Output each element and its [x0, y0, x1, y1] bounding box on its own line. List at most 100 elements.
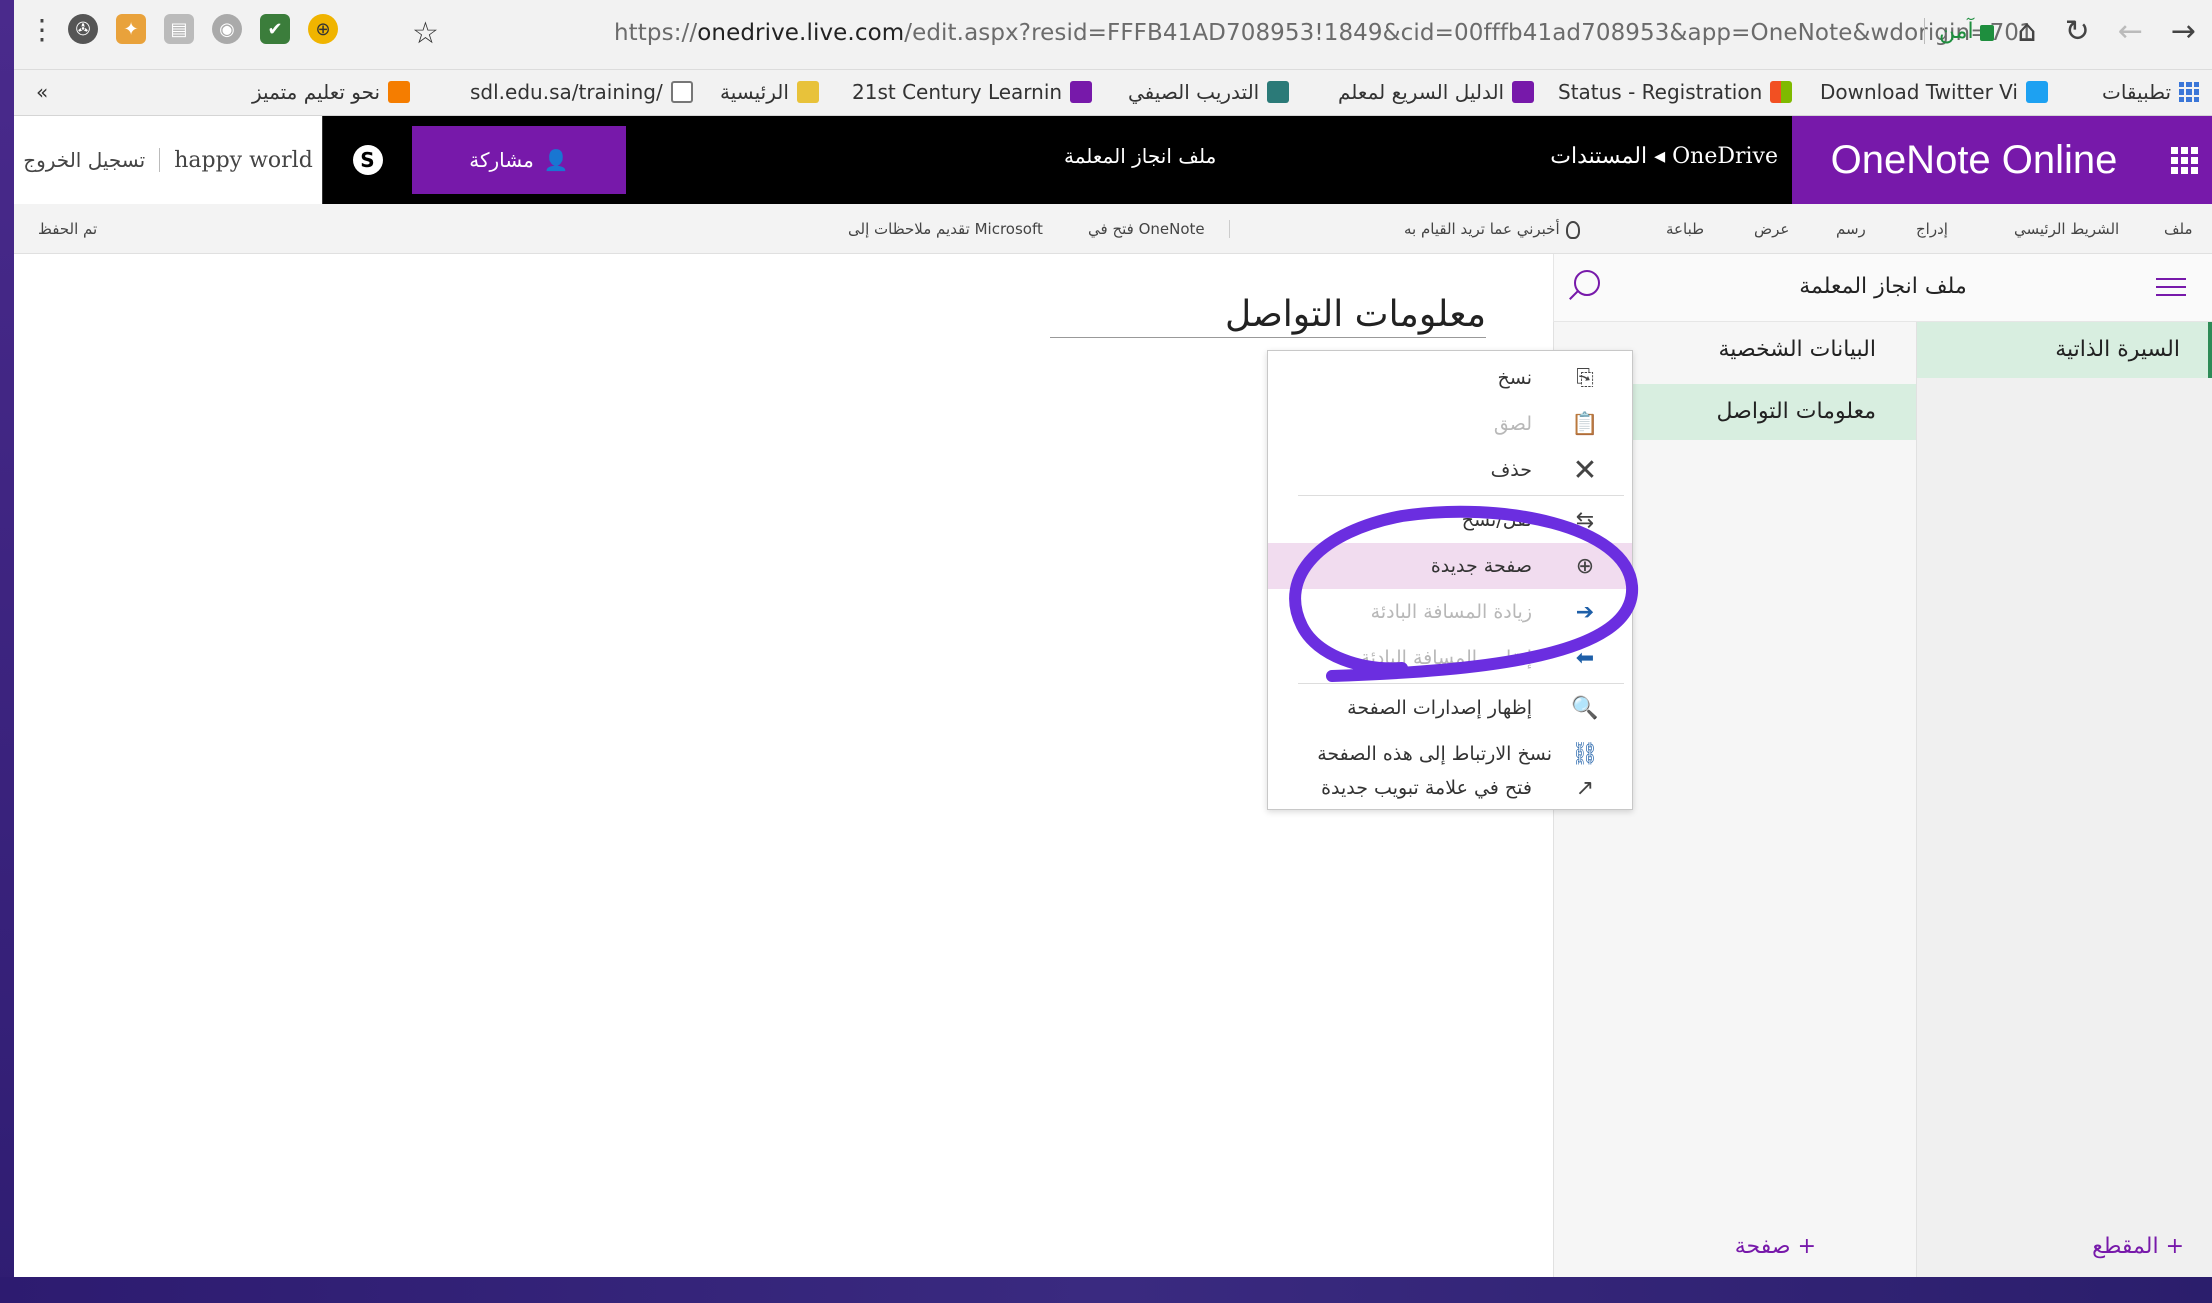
skype-icon: S — [352, 145, 383, 175]
menu-item-copy[interactable]: نسخ ⎘ — [1268, 355, 1632, 401]
bookmarks-overflow[interactable]: « — [36, 80, 48, 104]
apps-label: تطبيقات — [2102, 80, 2172, 104]
divider — [159, 148, 161, 172]
desktop-background-bottom — [0, 1277, 2212, 1303]
menu-item-new-page[interactable]: صفحة جديدة ⊕ — [1268, 543, 1632, 589]
bookmark-item[interactable]: 21st Century Learnin — [852, 80, 1093, 104]
menu-item-label: نقل/نسخ — [1461, 509, 1532, 531]
menu-item-decrease-indent[interactable]: إنقاص المسافة البادئة ⬅ — [1268, 635, 1632, 681]
context-menu: نسخ ⎘ لصق 📋 حذف ✕ نقل/نسخ ⇆ صفحة جديدة ⊕… — [1267, 350, 1633, 810]
tab-home[interactable]: الشريط الرئيسي — [2014, 220, 2119, 238]
breadcrumb: المستندات ◂ OneDrive — [1550, 144, 1778, 169]
bookmark-label: sdl.edu.sa/training/ — [470, 80, 663, 104]
document-title: ملف انجاز المعلمة — [1064, 144, 1217, 168]
lock-icon — [1979, 25, 1994, 41]
outdent-icon: ⬅ — [1575, 645, 1595, 671]
back-icon[interactable]: → — [2171, 14, 2196, 49]
sign-out-link[interactable]: تسجيل الخروج — [23, 148, 145, 172]
divider — [1924, 18, 1925, 44]
notebook-name[interactable]: ملف انجاز المعلمة — [1554, 274, 2212, 299]
training-icon — [1267, 81, 1290, 103]
bookmark-label: الرئيسية — [720, 80, 789, 104]
extension-pinwheel-icon[interactable]: ✦ — [116, 14, 146, 44]
reload-icon[interactable]: ↻ — [2065, 14, 2090, 49]
apps-shortcut[interactable]: تطبيقات — [2102, 80, 2200, 104]
ribbon: تم الحفظ تقديم ملاحظات إلى Microsoft فتح… — [14, 204, 2212, 254]
bookmark-item[interactable]: الرئيسية — [720, 80, 819, 104]
menu-item-label: إنقاص المسافة البادئة — [1360, 647, 1532, 669]
plus-icon: + — [1797, 1234, 1816, 1259]
menu-item-label: نسخ — [1497, 367, 1532, 389]
section-item-selected[interactable]: السيرة الذاتية — [1917, 322, 2212, 378]
forward-icon[interactable]: ← — [2118, 14, 2143, 49]
page-title[interactable]: معلومات التواصل — [1050, 294, 1486, 338]
bookmark-label: التدريب الصيفي — [1128, 80, 1260, 104]
tab-print[interactable]: طباعة — [1666, 220, 1704, 238]
bookmark-item[interactable]: نحو تعليم متميز — [252, 80, 411, 104]
share-button[interactable]: مشاركة 👤 — [412, 126, 626, 194]
address-bar: ⋮ ✇ ✦ ▤ ◉ ✔ ⊕ ☆ https://onedrive.live.co… — [14, 0, 2212, 70]
menu-divider — [1298, 495, 1624, 496]
url-text[interactable]: https://onedrive.live.com/edit.aspx?resi… — [614, 20, 2034, 46]
open-in-onenote-link[interactable]: فتح في OneNote — [1088, 220, 1230, 238]
extension-circle-icon[interactable]: ◉ — [212, 14, 242, 44]
app-launcher-button[interactable] — [2156, 116, 2212, 204]
add-page-button[interactable]: صفحة + — [1735, 1234, 1816, 1259]
menu-kebab-icon[interactable]: ⋮ — [28, 13, 56, 46]
menu-item-paste[interactable]: لصق 📋 — [1268, 401, 1632, 447]
bookmark-item[interactable]: الدليل السريع لمعلم — [1338, 80, 1535, 104]
extension-film-icon[interactable]: ✇ — [68, 14, 98, 44]
user-name[interactable]: happy world — [174, 148, 313, 173]
menu-item-move-copy[interactable]: نقل/نسخ ⇆ — [1268, 497, 1632, 543]
submit-feedback-link[interactable]: تقديم ملاحظات إلى Microsoft — [848, 220, 1043, 238]
bookmark-label: نحو تعليم متميز — [252, 80, 381, 104]
menu-item-delete[interactable]: حذف ✕ — [1268, 447, 1632, 493]
bookmark-item[interactable]: Download Twitter Vi — [1820, 80, 2048, 104]
menu-item-label: إظهار إصدارات الصفحة — [1347, 697, 1532, 719]
tab-file[interactable]: ملف — [2164, 220, 2193, 238]
copy-icon: ⎘ — [1576, 365, 1594, 391]
breadcrumb-root[interactable]: OneDrive — [1672, 144, 1778, 169]
skype-button[interactable]: S — [322, 116, 412, 204]
home-icon[interactable]: ⌂ — [2018, 14, 2037, 49]
tell-me-box[interactable]: أخبرني عما تريد القيام به — [1404, 220, 1580, 239]
bookmark-item[interactable]: Status - Registration — [1558, 80, 1793, 104]
menu-item-open-new-tab[interactable]: فتح في علامة تبويب جديدة ↗ — [1268, 765, 1632, 811]
menu-item-label: حذف — [1490, 459, 1532, 481]
save-status: تم الحفظ — [38, 220, 98, 238]
bookmark-star-icon[interactable]: ☆ — [412, 16, 439, 51]
add-person-icon: 👤 — [543, 148, 569, 172]
add-section-button[interactable]: المقطع + — [2092, 1234, 2184, 1259]
app-brand[interactable]: OneNote Online — [1792, 116, 2156, 204]
menu-item-label: فتح في علامة تبويب جديدة — [1321, 777, 1532, 799]
breadcrumb-folder[interactable]: المستندات — [1550, 144, 1647, 169]
page-icon — [670, 81, 693, 103]
share-label: مشاركة — [469, 148, 534, 172]
hamburger-menu-icon[interactable] — [2156, 278, 2186, 296]
breadcrumb-separator-icon: ◂ — [1654, 144, 1666, 169]
tab-view[interactable]: عرض — [1754, 220, 1789, 238]
extension-search-icon[interactable]: ⊕ — [308, 14, 338, 44]
open-new-tab-icon: ↗ — [1575, 775, 1595, 801]
menu-item-label: زيادة المسافة البادئة — [1370, 601, 1532, 623]
add-section-label: المقطع — [2092, 1234, 2159, 1259]
navigation-buttons: ⌂ ↻ ← → — [2018, 14, 2196, 49]
desktop-background-left — [0, 0, 14, 1303]
tab-insert[interactable]: إدراج — [1916, 220, 1948, 238]
bookmark-item[interactable]: sdl.edu.sa/training/ — [470, 80, 693, 104]
lightbulb-icon — [1565, 220, 1580, 239]
menu-item-increase-indent[interactable]: زيادة المسافة البادئة ➔ — [1268, 589, 1632, 635]
indent-icon: ➔ — [1575, 599, 1595, 625]
notebook-header: ملف انجاز المعلمة — [1553, 254, 2212, 322]
onenote-icon — [1070, 81, 1093, 103]
waffle-icon — [2170, 146, 2198, 174]
bookmark-item[interactable]: التدريب الصيفي — [1128, 80, 1290, 104]
bookmark-label: 21st Century Learnin — [852, 80, 1063, 104]
apps-grid-icon — [2179, 82, 2200, 102]
tab-draw[interactable]: رسم — [1836, 220, 1866, 238]
add-page-label: صفحة — [1734, 1234, 1791, 1259]
menu-item-page-versions[interactable]: إظهار إصدارات الصفحة 🔍 — [1268, 685, 1632, 731]
secure-indicator[interactable]: آمن — [1924, 18, 1994, 44]
extension-pdf-icon[interactable]: ▤ — [164, 14, 194, 44]
extension-check-icon[interactable]: ✔ — [260, 14, 290, 44]
